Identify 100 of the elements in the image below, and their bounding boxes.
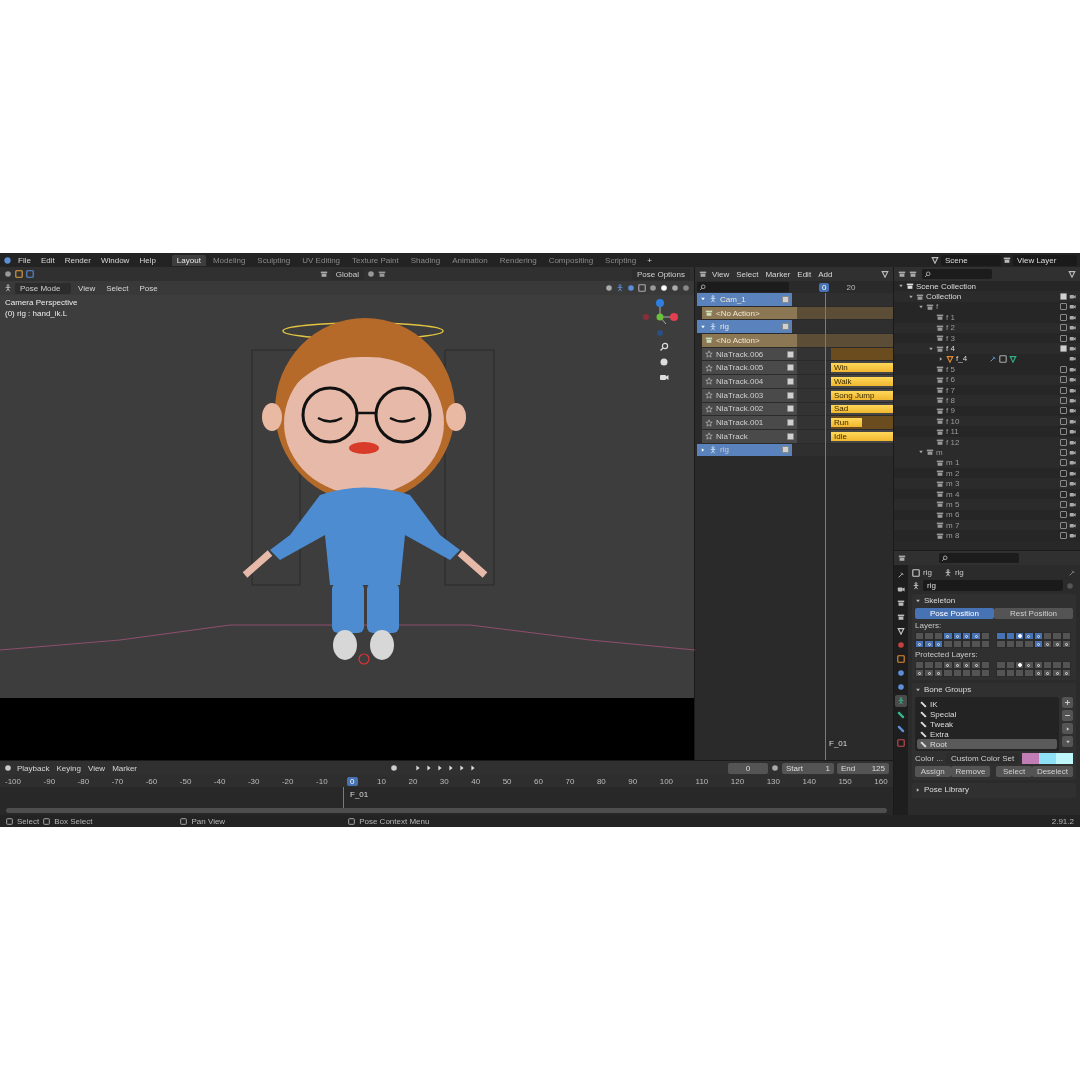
outliner-item-label[interactable]: f_4 xyxy=(956,354,968,364)
menu-item[interactable]: Pose xyxy=(135,283,162,293)
bone-group-item[interactable]: Extra xyxy=(917,729,1057,739)
outliner-item-label[interactable]: m 3 xyxy=(946,479,960,489)
outliner-item-label[interactable]: f 7 xyxy=(946,385,955,395)
workspace-tab[interactable]: Rendering xyxy=(494,254,542,266)
action-strip[interactable]: Sad xyxy=(831,404,893,414)
outliner-item-label[interactable]: Scene Collection xyxy=(916,281,977,291)
menu-item[interactable]: Marker xyxy=(110,763,140,773)
menu-item[interactable]: Playback xyxy=(15,763,52,773)
frame-number: 40 xyxy=(470,776,482,786)
action-strip[interactable]: Win xyxy=(831,363,893,373)
channel-label: <No Action> xyxy=(716,335,761,345)
nla-channel[interactable]: NlaTrack.001 xyxy=(702,416,797,430)
outliner-item-label[interactable]: f 8 xyxy=(946,396,955,405)
data-name-field[interactable]: rig xyxy=(923,580,1063,591)
bone-group-button[interactable]: Select xyxy=(996,766,1032,777)
outliner-item-label[interactable]: f 11 xyxy=(946,427,959,437)
nla-channel[interactable]: <No Action> xyxy=(702,334,797,348)
bone-group-button[interactable]: Assign xyxy=(915,766,951,777)
menu-item[interactable]: Select xyxy=(734,269,761,279)
action-strip[interactable]: Walk xyxy=(831,377,893,386)
workspace-tab[interactable]: UV Editing xyxy=(297,254,346,266)
workspace-tab[interactable]: Scripting xyxy=(600,254,642,266)
orientation-dropdown[interactable]: Global xyxy=(330,268,364,280)
action-strip[interactable]: Idle xyxy=(831,431,893,441)
frame-number: -90 xyxy=(42,776,57,786)
panel-title[interactable]: Bone Groups xyxy=(924,685,972,694)
outliner-item-label[interactable]: m 5 xyxy=(946,499,960,509)
nla-channel[interactable]: NlaTrack.005 xyxy=(702,361,797,376)
menu-item[interactable]: Keying xyxy=(54,763,83,773)
outliner-item-label[interactable]: m 8 xyxy=(946,531,960,541)
color-set-dropdown[interactable]: Custom Color Set xyxy=(946,753,1020,764)
menu-item[interactable]: Add xyxy=(816,269,835,279)
outliner-item-label[interactable]: m 4 xyxy=(946,489,960,499)
view-layer-field[interactable]: View Layer xyxy=(1013,254,1077,266)
workspace-tab[interactable]: Layout xyxy=(171,254,206,266)
channel-label: NlaTrack.005 xyxy=(716,363,765,373)
workspace-tab[interactable]: Texture Paint xyxy=(347,254,404,266)
outliner-item-label[interactable]: f 2 xyxy=(946,323,955,333)
bone-group-button[interactable]: Remove xyxy=(950,766,991,777)
workspace-tab[interactable]: Shading xyxy=(405,254,446,266)
outliner-item-label[interactable]: f 6 xyxy=(946,375,955,385)
outliner-item-label[interactable]: m 1 xyxy=(946,458,960,468)
outliner-item-label[interactable]: m 7 xyxy=(946,520,960,530)
outliner-item-label[interactable]: m 2 xyxy=(946,468,960,478)
outliner-item-label[interactable]: m xyxy=(936,447,943,457)
frame-number: -50 xyxy=(178,776,193,786)
add-workspace-button[interactable]: + xyxy=(643,255,656,265)
outliner-item-label[interactable]: f 10 xyxy=(946,416,960,426)
start-frame-field[interactable]: Start 1 xyxy=(782,762,834,774)
action-strip[interactable]: Run xyxy=(831,418,862,427)
frame-number: -100 xyxy=(4,776,22,786)
outliner-item-label[interactable]: Collection xyxy=(926,292,962,302)
bone-group-item[interactable]: Root xyxy=(917,739,1057,749)
menu-item[interactable]: Render xyxy=(60,255,95,265)
channel-label: Cam_1 xyxy=(720,294,747,304)
frame-number: -30 xyxy=(246,776,261,786)
workspace-tab[interactable]: Compositing xyxy=(543,254,599,266)
bone-group-item[interactable]: Special xyxy=(917,709,1057,719)
bone-group-item[interactable]: Tweak xyxy=(917,719,1057,729)
menu-item[interactable]: View xyxy=(74,283,100,293)
frame-number: 160 xyxy=(873,776,889,786)
menu-item[interactable]: View xyxy=(710,269,732,279)
mode-dropdown[interactable]: Pose Mode xyxy=(15,282,71,294)
menu-item[interactable]: View xyxy=(85,763,108,773)
status-hint: Select xyxy=(17,816,40,826)
workspace-tab[interactable]: Sculpting xyxy=(252,254,296,266)
outliner-item-label[interactable]: f 3 xyxy=(946,333,955,343)
current-frame-field[interactable]: 0 xyxy=(728,762,768,774)
pose-options-dropdown[interactable]: Pose Options xyxy=(631,268,690,280)
menu-item[interactable]: File xyxy=(14,255,35,265)
frame-number: -10 xyxy=(315,776,329,786)
bone-group-button[interactable]: Deselect xyxy=(1031,766,1073,777)
menu-item[interactable]: Help xyxy=(135,255,160,265)
end-frame-field[interactable]: End 125 xyxy=(837,762,889,774)
panel-title[interactable]: Skeleton xyxy=(924,596,956,605)
nla-channel[interactable]: NlaTrack.004 xyxy=(702,375,797,389)
outliner-item-label[interactable]: m 6 xyxy=(946,510,960,520)
outliner-item-label[interactable]: f xyxy=(936,302,939,312)
outliner-item-label[interactable]: f 9 xyxy=(946,406,955,416)
outliner-item-label[interactable]: f 12 xyxy=(946,437,960,447)
outliner-item-label[interactable]: f 5 xyxy=(946,364,955,374)
outliner-item-label[interactable]: f 4 xyxy=(946,344,955,354)
outliner-item-label[interactable]: f 1 xyxy=(946,312,955,322)
menu-item[interactable]: Window xyxy=(96,255,134,265)
pose-position-toggle[interactable]: Rest Position xyxy=(994,608,1073,619)
pose-position-toggle[interactable]: Pose Position xyxy=(915,608,994,619)
action-strip[interactable]: Song Jump xyxy=(831,390,893,400)
bone-group-item[interactable]: IK xyxy=(917,699,1057,709)
nla-channel[interactable]: rig xyxy=(697,320,792,335)
menu-item[interactable]: Edit xyxy=(795,269,814,279)
panel-title[interactable]: Pose Library xyxy=(924,785,969,794)
menu-item[interactable]: Select xyxy=(102,283,133,293)
scene-field[interactable]: Scene xyxy=(941,254,1001,266)
workspace-tab[interactable]: Modeling xyxy=(207,254,251,266)
workspace-tab[interactable]: Animation xyxy=(447,254,493,266)
menu-item[interactable]: Marker xyxy=(763,269,793,279)
menu-item[interactable]: Edit xyxy=(36,255,59,265)
nla-channel[interactable]: Cam_1 xyxy=(697,293,792,307)
